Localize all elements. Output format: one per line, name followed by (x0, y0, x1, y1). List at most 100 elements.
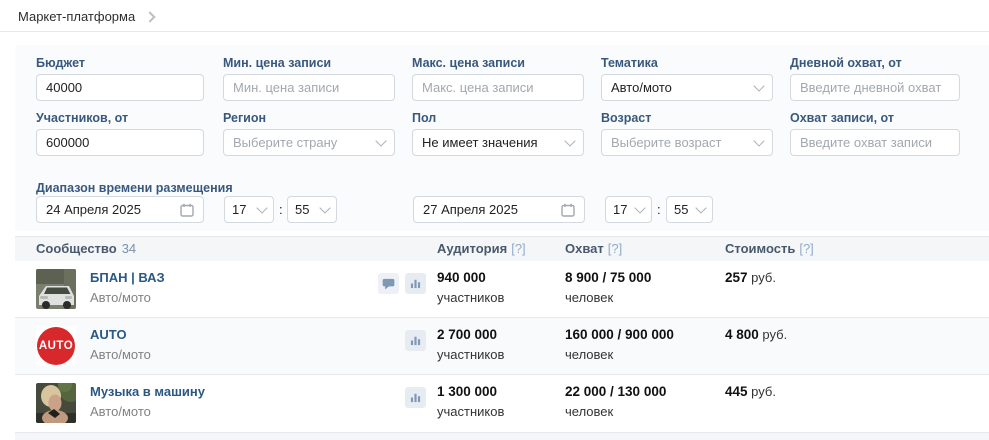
cost-unit: руб. (751, 270, 776, 285)
start-date-picker[interactable]: 24 Апреля 2025 (36, 196, 204, 223)
gender-select-value: Не имеет значения (422, 135, 538, 150)
date-range-label: Диапазон времени размещения (36, 181, 233, 195)
cost-help-icon[interactable]: [?] (799, 241, 813, 256)
max-price-input[interactable] (412, 74, 584, 101)
start-minute-select[interactable]: 55 (287, 196, 337, 223)
table-row: Музыка в машину Авто/мото 1 300 000 учас… (15, 374, 989, 431)
post-reach-input[interactable] (790, 129, 960, 156)
start-hour-value: 17 (232, 202, 247, 217)
audience-value: 1 300 000 (437, 384, 498, 399)
community-name-link[interactable]: БПАН | ВАЗ (90, 270, 165, 285)
audience-unit: участников (437, 290, 505, 305)
community-category: Авто/мото (90, 404, 151, 419)
cost-header-label: Стоимость (725, 241, 796, 256)
community-column-header: Сообщество 34 (36, 237, 136, 261)
cost-column-header: Стоимость [?] (725, 237, 814, 261)
reach-unit: человек (565, 404, 614, 419)
region-select[interactable]: Выберите страну (223, 129, 395, 156)
post-reach-label: Охват записи, от (790, 111, 895, 125)
table-row: AUTO AUTO Авто/мото 2 700 000 участников… (15, 317, 989, 374)
chevron-right-icon (144, 11, 156, 23)
daily-reach-label: Дневной охват, от (790, 56, 902, 70)
breadcrumb-market-platform[interactable]: Маркет-платформа (18, 9, 135, 24)
age-select[interactable]: Выберите возраст (601, 129, 773, 156)
community-category: Авто/мото (90, 347, 151, 362)
reach-header-label: Охват (565, 241, 604, 256)
breadcrumb: Маркет-платформа (18, 9, 156, 24)
chevron-down-icon (319, 202, 331, 214)
theme-select[interactable]: Авто/мото (601, 74, 773, 101)
time-colon: : (279, 202, 283, 217)
budget-input[interactable] (36, 74, 204, 101)
stats-chart-icon[interactable] (405, 273, 426, 294)
calendar-icon (561, 203, 575, 217)
chevron-down-icon (375, 135, 387, 147)
auto-logo: AUTO (37, 327, 75, 365)
chevron-down-icon (256, 202, 268, 214)
reach-value: 22 000 / 130 000 (565, 384, 667, 399)
start-hour-select[interactable]: 17 (224, 196, 274, 223)
community-table: БПАН | ВАЗ Авто/мото 940 000 участников … (15, 261, 989, 431)
community-header-label: Сообщество (36, 241, 117, 256)
cost-value: 4 800 руб. (725, 327, 787, 342)
end-hour-select[interactable]: 17 (605, 196, 652, 223)
cost-unit: руб. (762, 327, 788, 342)
audience-value: 940 000 (437, 270, 486, 285)
chevron-down-icon (753, 135, 765, 147)
daily-reach-input[interactable] (790, 74, 960, 101)
audience-value: 2 700 000 (437, 327, 498, 342)
community-name-link[interactable]: Музыка в машину (90, 384, 205, 399)
cost-number: 4 800 (725, 327, 759, 342)
filters-panel: Бюджет Мин. цена записи Макс. цена запис… (15, 45, 989, 231)
community-avatar[interactable] (36, 269, 76, 309)
theme-select-value: Авто/мото (611, 80, 672, 95)
end-date-picker[interactable]: 27 Апреля 2025 (413, 196, 585, 223)
region-label: Регион (223, 111, 267, 125)
min-price-input[interactable] (223, 74, 395, 101)
chevron-down-icon (634, 202, 646, 214)
start-date-value: 24 Апреля 2025 (46, 202, 141, 217)
cost-number: 445 (725, 384, 748, 399)
reach-value: 8 900 / 75 000 (565, 270, 652, 285)
time-colon: : (657, 202, 661, 217)
theme-label: Тематика (601, 56, 658, 70)
reach-unit: человек (565, 290, 614, 305)
gender-select[interactable]: Не имеет значения (412, 129, 584, 156)
table-row: БПАН | ВАЗ Авто/мото 940 000 участников … (15, 261, 989, 317)
end-hour-value: 17 (613, 202, 628, 217)
end-minute-value: 55 (674, 202, 689, 217)
community-category: Авто/мото (90, 290, 151, 305)
age-select-value: Выберите возраст (611, 135, 722, 150)
max-price-label: Макс. цена записи (412, 56, 525, 70)
reach-column-header: Охват [?] (565, 237, 622, 261)
audience-unit: участников (437, 404, 505, 419)
cost-value: 257 руб. (725, 270, 776, 285)
community-avatar[interactable] (36, 383, 76, 423)
chevron-down-icon (695, 202, 707, 214)
community-avatar[interactable]: AUTO (36, 326, 76, 366)
audience-unit: участников (437, 347, 505, 362)
audience-header-label: Аудитория (437, 241, 508, 256)
end-minute-select[interactable]: 55 (666, 196, 713, 223)
table-header: Сообщество 34 Аудитория [?] Охват [?] Стоим… (15, 236, 989, 262)
members-from-input[interactable] (36, 129, 204, 156)
audience-help-icon[interactable]: [?] (511, 241, 525, 256)
region-select-value: Выберите страну (233, 135, 338, 150)
stats-chart-icon[interactable] (405, 330, 426, 351)
community-name-link[interactable]: AUTO (90, 327, 127, 342)
calendar-icon (180, 203, 194, 217)
message-icon[interactable] (378, 273, 399, 294)
woman-photo (36, 383, 76, 423)
members-from-label: Участников, от (36, 111, 129, 125)
reach-help-icon[interactable]: [?] (608, 241, 622, 256)
cost-unit: руб. (751, 384, 776, 399)
stats-chart-icon[interactable] (405, 387, 426, 408)
cost-value: 445 руб. (725, 384, 776, 399)
avatar-text: AUTO (38, 340, 74, 352)
header-divider (0, 31, 989, 32)
cost-number: 257 (725, 270, 748, 285)
reach-unit: человек (565, 347, 614, 362)
gender-label: Пол (412, 111, 437, 125)
chevron-down-icon (564, 135, 576, 147)
budget-label: Бюджет (36, 56, 86, 70)
